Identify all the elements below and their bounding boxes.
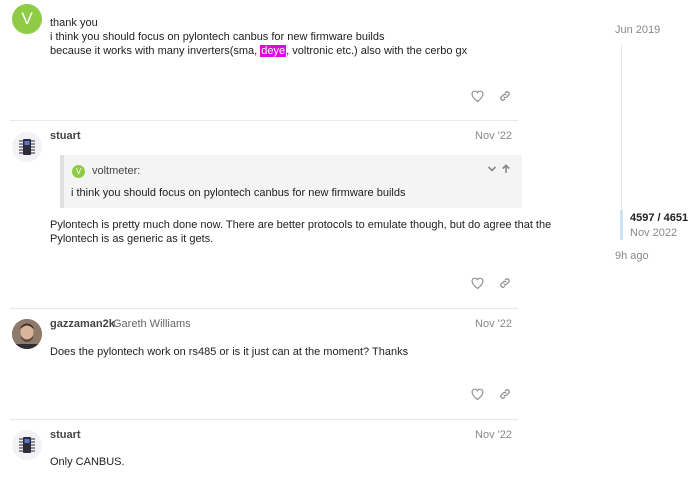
like-button[interactable] bbox=[468, 87, 486, 105]
avatar[interactable] bbox=[12, 319, 42, 349]
post-text-line: i think you should focus on pylontech ca… bbox=[50, 31, 385, 43]
timeline-current-date: Nov 2022 bbox=[630, 227, 678, 239]
timeline-end-label[interactable]: 9h ago bbox=[615, 250, 649, 262]
quote-block: V voltmeter: i think you should focus on… bbox=[60, 155, 522, 208]
link-icon bbox=[500, 389, 510, 399]
timeline-position: 4597 / 4651 bbox=[630, 212, 689, 224]
heart-icon bbox=[471, 388, 483, 400]
link-icon bbox=[500, 91, 510, 101]
post-text-line: Pylontech is pretty much done now. There… bbox=[50, 219, 552, 231]
text-segment: , voltronic etc.) also with the cerbo gx bbox=[286, 45, 468, 57]
post-stuart: stuart Nov '22 Only CANBUS. bbox=[10, 420, 518, 478]
post-text-line: because it works with many inverters(sma… bbox=[50, 44, 518, 58]
avatar[interactable] bbox=[12, 132, 42, 162]
avatar[interactable] bbox=[12, 430, 42, 460]
username-link[interactable]: gazzaman2k bbox=[50, 318, 115, 330]
post-body: Pylontech is pretty much done now. There… bbox=[50, 218, 552, 246]
post-gazzaman2k: gazzaman2k Gareth Williams Nov '22 Does … bbox=[10, 309, 518, 420]
share-button[interactable] bbox=[496, 385, 514, 403]
circuit-board-avatar-icon bbox=[19, 139, 35, 155]
avatar[interactable]: V bbox=[12, 4, 42, 34]
post-text-line: thank you bbox=[50, 17, 98, 29]
post-meta: gazzaman2k Gareth Williams Nov '22 bbox=[50, 318, 512, 332]
user-photo-avatar-icon bbox=[12, 319, 42, 349]
post-date-link[interactable]: Nov '22 bbox=[475, 130, 512, 142]
post-text-line: Pylontech is as generic as it gets. bbox=[50, 233, 214, 245]
heart-icon bbox=[471, 277, 483, 289]
username-link[interactable]: stuart bbox=[50, 429, 81, 441]
heart-icon bbox=[471, 90, 483, 102]
expand-quote-button[interactable] bbox=[486, 163, 498, 175]
post-stuart: stuart Nov '22 V voltmeter: i think you … bbox=[10, 121, 552, 309]
post-text-line: Does the pylontech work on rs485 or is i… bbox=[50, 346, 409, 358]
timeline-scroll-handle[interactable] bbox=[620, 210, 623, 240]
quote-text: i think you should focus on pylontech ca… bbox=[71, 187, 406, 199]
share-button[interactable] bbox=[496, 87, 514, 105]
jump-to-post-button[interactable] bbox=[500, 163, 512, 175]
post-actions bbox=[464, 274, 514, 292]
username-link[interactable]: stuart bbox=[50, 130, 81, 142]
post-body: Does the pylontech work on rs485 or is i… bbox=[50, 345, 518, 359]
post-meta: stuart Nov '22 bbox=[50, 429, 512, 443]
post-date-link[interactable]: Nov '22 bbox=[475, 429, 512, 441]
text-segment: because it works with many inverters(sma… bbox=[50, 45, 261, 57]
post-meta: stuart Nov '22 bbox=[50, 130, 512, 144]
post-text-line: Only CANBUS. bbox=[50, 456, 125, 468]
link-icon bbox=[500, 278, 510, 288]
quote-avatar: V bbox=[72, 165, 85, 178]
avatar-letter: V bbox=[21, 9, 33, 28]
circuit-board-avatar-icon bbox=[19, 437, 35, 453]
chevron-down-icon bbox=[487, 166, 497, 172]
full-name: Gareth Williams bbox=[113, 318, 191, 330]
arrow-up-icon bbox=[502, 164, 510, 173]
like-button[interactable] bbox=[468, 274, 486, 292]
post-date-link[interactable]: Nov '22 bbox=[475, 318, 512, 330]
post-body: thank you i think you should focus on py… bbox=[50, 16, 518, 58]
post-actions bbox=[464, 87, 514, 105]
quote-username: voltmeter: bbox=[92, 165, 141, 177]
post-voltmeter: V thank you i think you should focus on … bbox=[10, 0, 518, 121]
post-body: Only CANBUS. bbox=[50, 455, 518, 469]
like-button[interactable] bbox=[468, 385, 486, 403]
highlighted-word: deye bbox=[260, 45, 287, 57]
timeline-start-date[interactable]: Jun 2019 bbox=[615, 24, 660, 36]
post-actions bbox=[464, 385, 514, 403]
share-button[interactable] bbox=[496, 274, 514, 292]
